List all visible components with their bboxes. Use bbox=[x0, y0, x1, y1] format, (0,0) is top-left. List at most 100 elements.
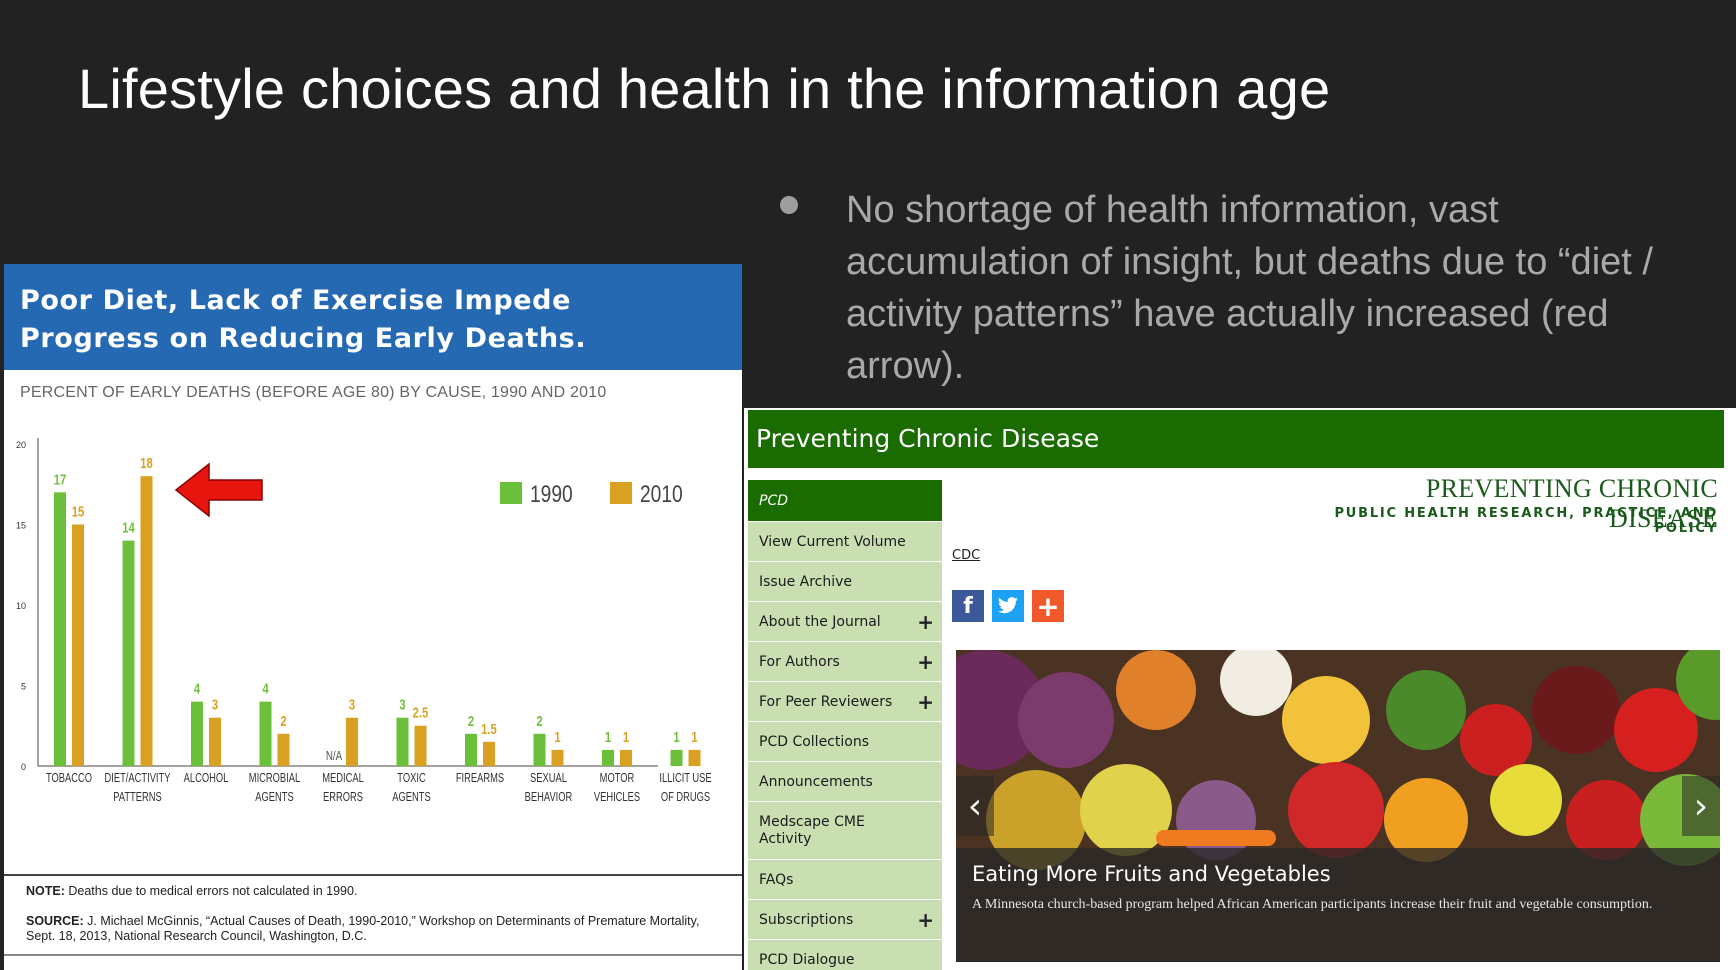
carousel-prev-button[interactable]: ‹ bbox=[956, 776, 994, 836]
pcd-topbar-title[interactable]: Preventing Chronic Disease bbox=[756, 424, 1099, 453]
bar bbox=[414, 725, 427, 766]
bar-value-label: 18 bbox=[140, 455, 153, 472]
x-tick-label: TOXIC bbox=[397, 772, 425, 786]
bar bbox=[483, 741, 495, 766]
bar bbox=[140, 476, 153, 766]
bar-value-label: 1 bbox=[623, 728, 629, 745]
pcd-sidebar-nav: PCD View Current Volume Issue Archive About… bbox=[748, 480, 942, 970]
infographic-header: Poor Diet, Lack of Exercise Impede Progr… bbox=[4, 264, 742, 370]
y-tick-label: 10 bbox=[16, 601, 26, 611]
cdc-link[interactable]: CDC bbox=[952, 548, 980, 563]
sidebar-item-label: PCD Collections bbox=[759, 733, 869, 750]
sidebar-item[interactable]: Medscape CME Activity bbox=[748, 802, 942, 860]
expand-plus-icon[interactable]: + bbox=[917, 908, 934, 932]
x-tick-label: DIET/ACTIVITY bbox=[105, 772, 171, 786]
bar-value-label: 1 bbox=[554, 728, 560, 745]
carousel-caption-title[interactable]: Eating More Fruits and Vegetables bbox=[972, 862, 1331, 886]
bar bbox=[191, 701, 203, 766]
divider bbox=[4, 954, 742, 956]
bar bbox=[620, 749, 632, 766]
sidebar-item-label: About the Journal bbox=[759, 613, 881, 630]
bar bbox=[277, 733, 290, 766]
bar bbox=[72, 524, 84, 766]
bar bbox=[122, 540, 135, 766]
x-tick-label: PATTERNS bbox=[113, 791, 162, 805]
sidebar-item[interactable]: Announcements bbox=[748, 762, 942, 802]
carousel-next-button[interactable]: › bbox=[1682, 776, 1720, 836]
pcd-topbar: Preventing Chronic Disease bbox=[748, 410, 1724, 468]
sidebar-item-label: PCD bbox=[759, 492, 788, 509]
bar-value-label: 2 bbox=[280, 712, 286, 729]
carousel-caption-body: A Minnesota church-based program helped … bbox=[972, 897, 1653, 912]
infographic-headline: Poor Diet, Lack of Exercise Impede Progr… bbox=[20, 285, 587, 354]
x-tick-label: AGENTS bbox=[392, 791, 431, 805]
x-tick-label: MICROBIAL bbox=[249, 772, 300, 786]
sidebar-item[interactable]: Issue Archive bbox=[748, 562, 942, 602]
y-tick-label: 0 bbox=[21, 762, 26, 772]
bar bbox=[259, 701, 272, 766]
sidebar-item[interactable]: For Authors + bbox=[748, 642, 942, 682]
x-tick-label: VEHICLES bbox=[594, 791, 641, 805]
featured-carousel[interactable]: ‹ › Eating More Fruits and Vegetables A … bbox=[956, 650, 1720, 962]
sidebar-item-label: Subscriptions bbox=[759, 911, 854, 928]
sidebar-item[interactable]: Subscriptions + bbox=[748, 900, 942, 940]
bar-value-label: 15 bbox=[72, 503, 85, 520]
bar-value-label: 14 bbox=[122, 519, 135, 536]
legend-label: 2010 bbox=[640, 480, 683, 508]
x-tick-label: MOTOR bbox=[600, 772, 635, 786]
bar-value-label: 1 bbox=[691, 728, 697, 745]
red-arrow-icon bbox=[174, 462, 263, 518]
bar-value-label: 2.5 bbox=[413, 704, 429, 721]
bar-chart: 051015201715TOBACCO1418DIET/ACTIVITYPATT… bbox=[16, 438, 712, 805]
expand-plus-icon[interactable]: + bbox=[917, 610, 934, 634]
sidebar-item-label: Medscape CME Activity bbox=[759, 813, 865, 847]
facebook-icon[interactable]: f bbox=[952, 590, 984, 622]
sidebar-item-label: Announcements bbox=[759, 773, 873, 790]
pcd-logo-tagline: PUBLIC HEALTH RESEARCH, PRACTICE, AND PO… bbox=[1334, 506, 1718, 536]
expand-plus-icon[interactable]: + bbox=[917, 690, 934, 714]
x-tick-label: OF DRUGS bbox=[661, 791, 711, 805]
bar-value-label: 2 bbox=[536, 712, 542, 729]
bar-value-label: 1 bbox=[673, 728, 679, 745]
bar-value-label: 3 bbox=[212, 696, 218, 713]
slide-title: Lifestyle choices and health in the info… bbox=[78, 57, 1331, 120]
bar bbox=[602, 749, 614, 766]
x-tick-label: TOBACCO bbox=[46, 772, 92, 786]
y-tick-label: 5 bbox=[21, 682, 26, 692]
sidebar-item[interactable]: About the Journal + bbox=[748, 602, 942, 642]
twitter-icon[interactable] bbox=[992, 590, 1024, 622]
carousel-caption: Eating More Fruits and Vegetables A Minn… bbox=[956, 848, 1720, 962]
source-label: SOURCE: bbox=[26, 914, 84, 928]
bar-value-label: 1 bbox=[605, 728, 611, 745]
bar bbox=[465, 733, 477, 766]
bullet-text: No shortage of health information, vast … bbox=[846, 189, 1653, 387]
sidebar-item[interactable]: PCD Collections bbox=[748, 722, 942, 762]
bar-value-label: 3 bbox=[399, 696, 405, 713]
legend-swatch bbox=[500, 482, 522, 504]
plus-icon[interactable]: + bbox=[1032, 590, 1064, 623]
bar bbox=[688, 749, 701, 766]
sidebar-item[interactable]: PCD bbox=[748, 480, 942, 522]
sidebar-item[interactable]: FAQs bbox=[748, 860, 942, 900]
legend-swatch bbox=[610, 482, 632, 504]
x-tick-label: FIREARMS bbox=[456, 772, 505, 786]
expand-plus-icon[interactable]: + bbox=[917, 650, 934, 674]
bar-value-label: 3 bbox=[349, 696, 355, 713]
chart-subtitle: PERCENT OF EARLY DEATHS (BEFORE AGE 80) … bbox=[20, 384, 607, 401]
sidebar-item-label: Issue Archive bbox=[759, 573, 853, 590]
bullet-dot bbox=[780, 196, 798, 214]
y-tick-label: 20 bbox=[16, 440, 26, 450]
sidebar-item[interactable]: For Peer Reviewers + bbox=[748, 682, 942, 722]
bar bbox=[396, 717, 409, 766]
x-tick-label: SEXUAL bbox=[530, 772, 567, 786]
x-tick-label: ILLICIT USE bbox=[659, 772, 712, 786]
sidebar-item[interactable]: PCD Dialogue bbox=[748, 940, 942, 970]
bar bbox=[54, 492, 66, 766]
x-tick-label: AGENTS bbox=[255, 791, 294, 805]
sidebar-item[interactable]: View Current Volume bbox=[748, 522, 942, 562]
sidebar-item-label: For Peer Reviewers bbox=[759, 693, 893, 710]
sidebar-item-label: For Authors bbox=[759, 653, 840, 670]
chart-note: NOTE: Deaths due to medical errors not c… bbox=[26, 884, 357, 898]
infographic-panel: Poor Diet, Lack of Exercise Impede Progr… bbox=[4, 264, 742, 970]
sidebar-item-label: PCD Dialogue bbox=[759, 951, 855, 968]
